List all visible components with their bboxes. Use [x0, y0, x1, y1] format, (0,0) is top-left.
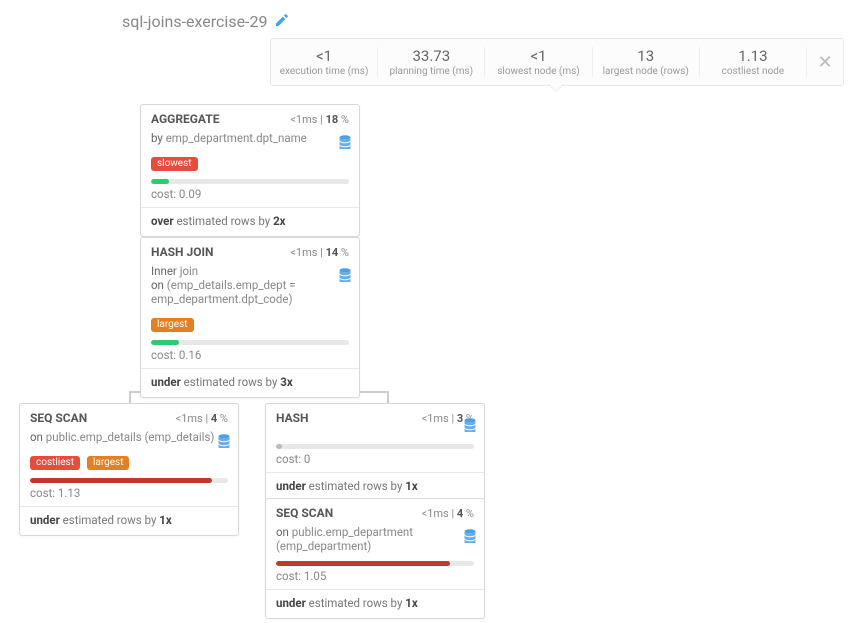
stat-value: <1: [485, 47, 591, 65]
cost-value: 0.16: [179, 348, 201, 362]
node-title: HASH: [276, 411, 309, 425]
tag-costliest: costliest: [30, 456, 80, 470]
stats-bar: <1 execution time (ms) 33.73 planning ti…: [270, 38, 844, 86]
estimate-note: under estimated rows by 1x: [266, 473, 484, 501]
node-title: SEQ SCAN: [30, 411, 87, 425]
estimate-note: over estimated rows by 2x: [141, 208, 359, 236]
plan-node-seq-scan-emp-department[interactable]: SEQ SCAN <1ms | 4 % on public.emp_depart…: [265, 498, 485, 619]
database-icon[interactable]: [218, 434, 230, 452]
stat-label: execution time (ms): [271, 66, 377, 77]
stat-label: slowest node (ms): [485, 66, 591, 77]
stat-exec-time: <1 execution time (ms): [271, 47, 378, 77]
database-icon[interactable]: [464, 418, 476, 436]
node-detail: public.emp_department (emp_department): [276, 525, 413, 553]
estimate-note: under estimated rows by 1x: [20, 507, 238, 535]
node-detail: (emp_details.emp_dept = emp_department.d…: [151, 278, 296, 306]
cost-label: cost:: [151, 348, 176, 362]
cost-value: 1.13: [58, 486, 80, 500]
keyword: on: [30, 430, 43, 444]
node-title: AGGREGATE: [151, 112, 219, 126]
plan-title: sql-joins-exercise-29: [122, 12, 267, 31]
node-timing: <<11ms | 18 %: [290, 113, 349, 126]
cost-value: 1.05: [304, 569, 326, 583]
cost-value: 0.09: [179, 187, 201, 201]
node-title: SEQ SCAN: [276, 506, 333, 520]
plan-node-hash-join[interactable]: HASH JOIN <1ms | 14 % Inner join on (emp…: [140, 237, 360, 398]
stat-slowest-node: <1 slowest node (ms): [485, 47, 592, 77]
cost-label: cost:: [276, 569, 301, 583]
stat-largest-node: 13 largest node (rows): [593, 47, 700, 77]
cost-label: cost:: [30, 486, 55, 500]
tag-largest: largest: [87, 456, 130, 470]
node-detail: public.emp_details (emp_details): [46, 430, 215, 444]
stat-value: 1.13: [700, 47, 806, 65]
cost-label: cost:: [151, 187, 176, 201]
stats-pointer-icon: [548, 84, 564, 92]
close-icon[interactable]: ✕: [807, 52, 843, 73]
tag-largest: largest: [151, 318, 194, 332]
node-detail: join: [180, 264, 198, 278]
database-icon[interactable]: [339, 268, 351, 286]
edit-icon[interactable]: [275, 13, 289, 31]
node-timing: <1ms | 14 %: [290, 246, 349, 259]
node-timing: <1ms | 4 %: [176, 412, 228, 425]
stat-value: 13: [593, 47, 699, 65]
keyword: Inner: [151, 264, 177, 278]
plan-node-seq-scan-emp-details[interactable]: SEQ SCAN <1ms | 4 % on public.emp_detail…: [19, 403, 239, 536]
cost-label: cost:: [276, 452, 301, 466]
tag-slowest: slowest: [151, 157, 198, 171]
stat-costliest-node: 1.13 costliest node: [700, 47, 807, 77]
stat-value: <1: [271, 47, 377, 65]
database-icon[interactable]: [464, 529, 476, 547]
keyword: on: [151, 278, 164, 292]
page-title-row: sql-joins-exercise-29: [122, 12, 289, 31]
stat-value: 33.73: [378, 47, 484, 65]
plan-node-hash[interactable]: HASH <1ms | 3 % cost: 0 under estimated …: [265, 403, 485, 502]
keyword: by: [151, 131, 163, 145]
stat-plan-time: 33.73 planning time (ms): [378, 47, 485, 77]
node-title: HASH JOIN: [151, 245, 213, 259]
node-detail: emp_department.dpt_name: [166, 131, 307, 145]
stat-label: largest node (rows): [593, 66, 699, 77]
plan-node-aggregate[interactable]: AGGREGATE <<11ms | 18 % by emp_departmen…: [140, 104, 360, 237]
stat-label: costliest node: [700, 66, 806, 77]
stat-label: planning time (ms): [378, 66, 484, 77]
estimate-note: under estimated rows by 3x: [141, 369, 359, 397]
database-icon[interactable]: [339, 135, 351, 153]
estimate-note: under estimated rows by 1x: [266, 590, 484, 618]
cost-value: 0: [304, 452, 310, 466]
node-timing: <1ms | 4 %: [422, 507, 474, 520]
keyword: on: [276, 525, 289, 539]
